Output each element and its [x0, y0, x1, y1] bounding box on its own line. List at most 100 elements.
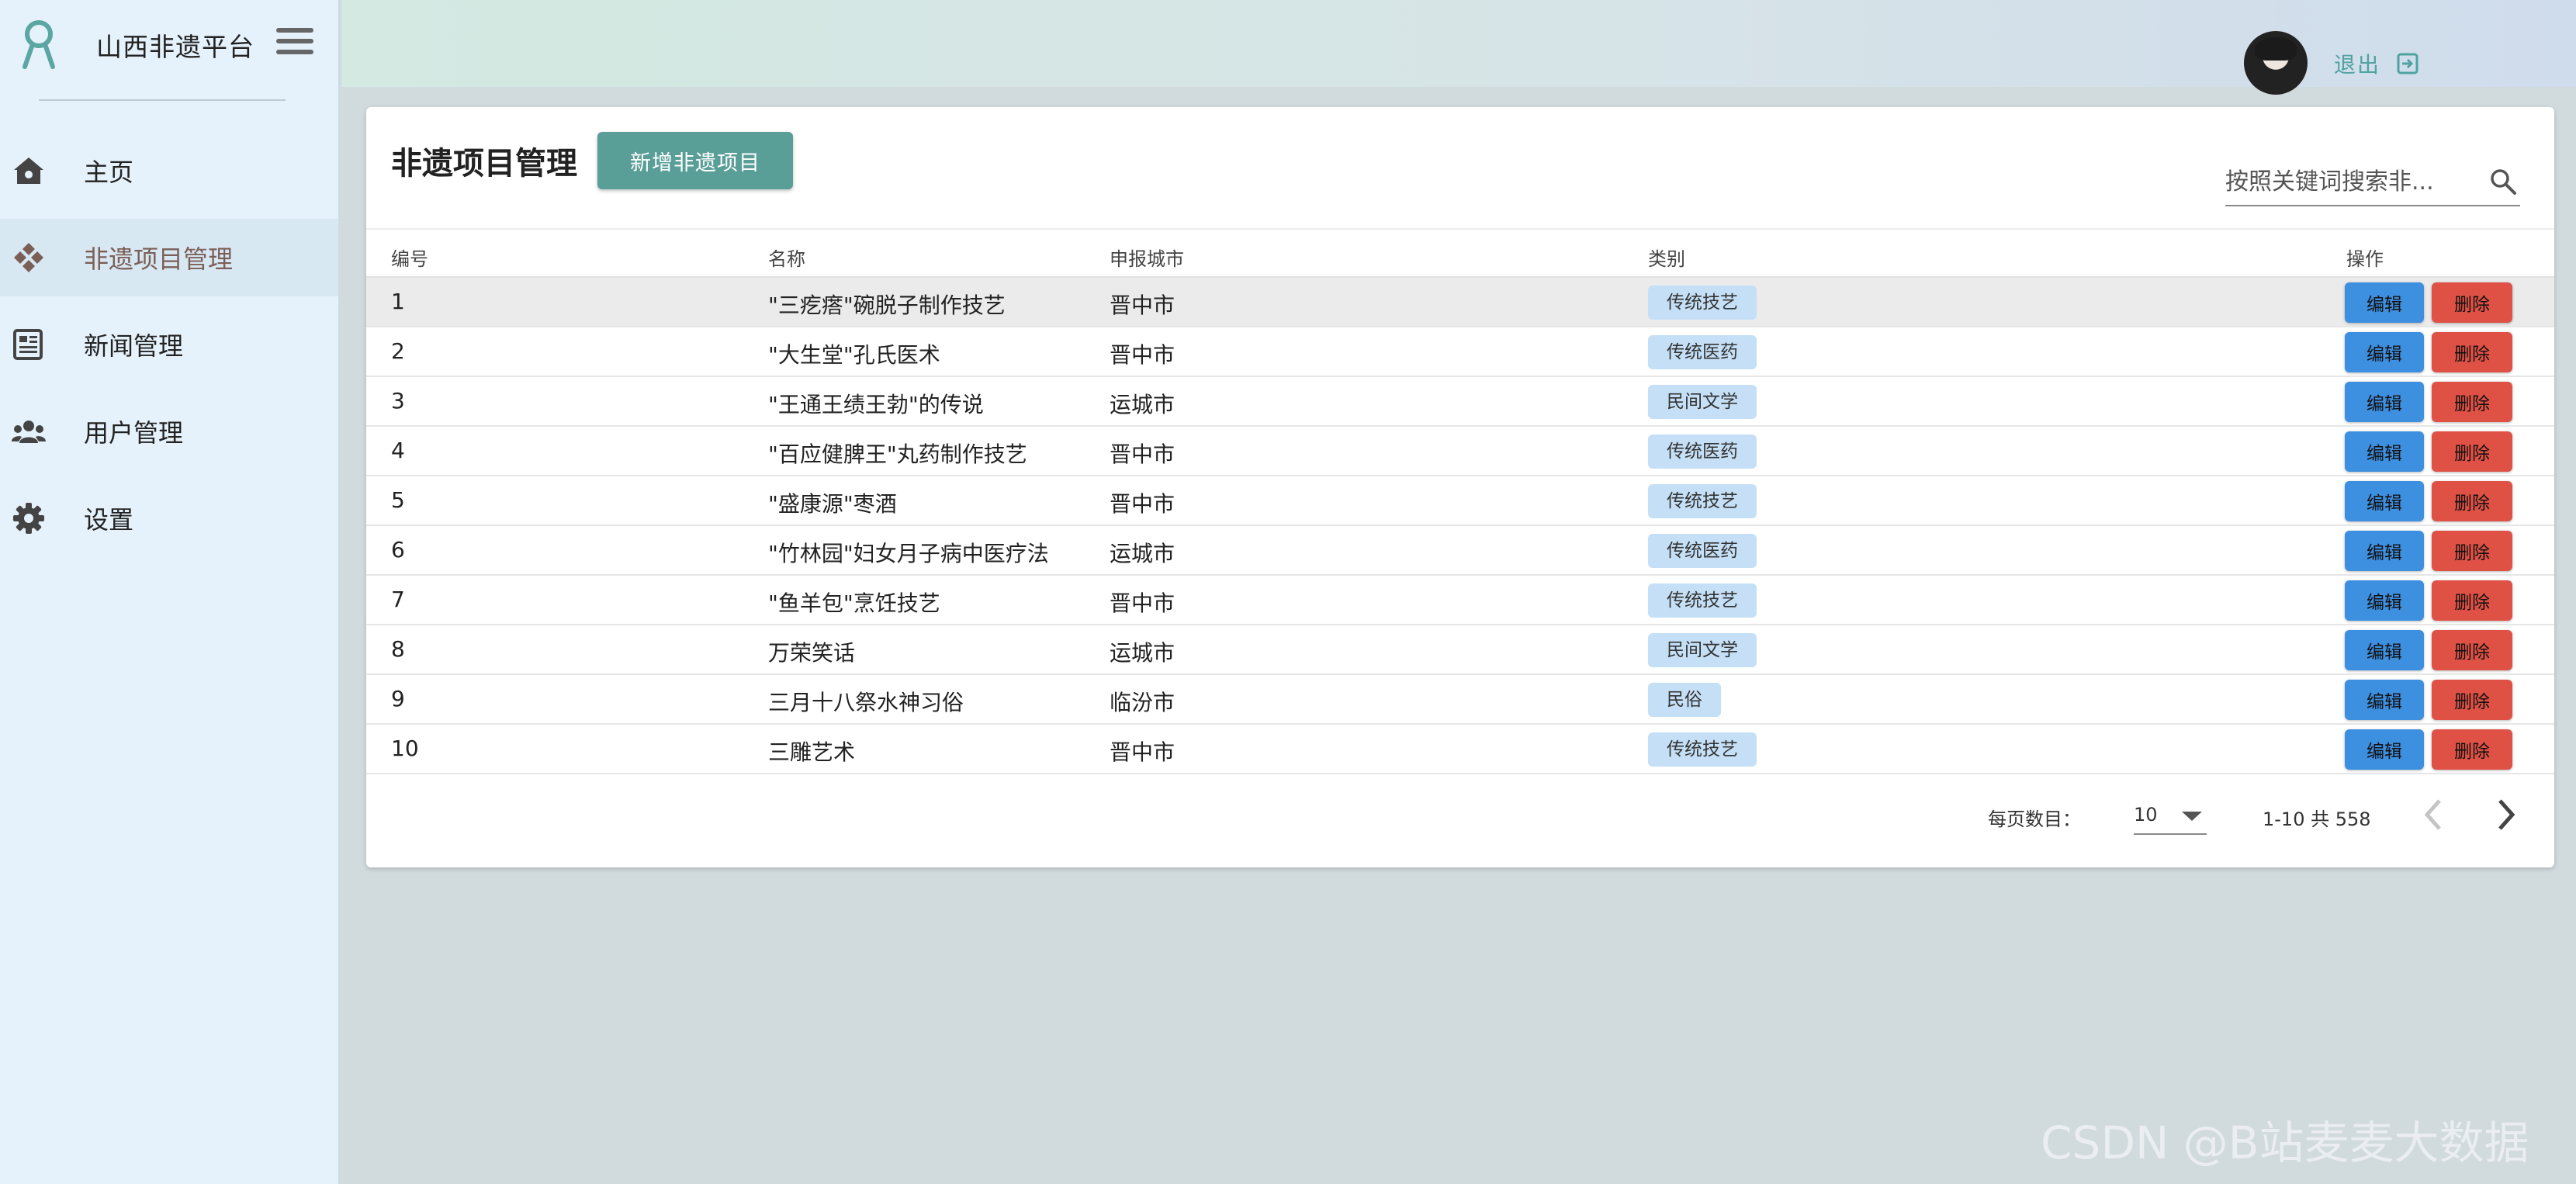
- category-chip: 传统技艺: [1648, 286, 1757, 320]
- sidebar-item-settings[interactable]: 设置: [0, 479, 338, 557]
- logout-icon: [2397, 53, 2418, 74]
- delete-button[interactable]: 删除: [2432, 282, 2512, 323]
- edit-button[interactable]: 编辑: [2345, 481, 2424, 521]
- col-header-actions: 操作: [2346, 248, 2384, 270]
- table-header: 编号 名称 申报城市 类别 操作: [366, 228, 2554, 278]
- table-row[interactable]: 7 "鱼羊包"烹饪技艺 晋中市 传统技艺 编辑 删除: [366, 576, 2554, 625]
- cell-city: 晋中市: [1110, 441, 1175, 467]
- cell-city: 临汾市: [1110, 690, 1175, 715]
- table-row[interactable]: 8 万荣笑话 运城市 民间文学 编辑 删除: [366, 625, 2554, 675]
- delete-button[interactable]: 删除: [2432, 580, 2512, 621]
- platform-title: 山西非遗平台: [96, 32, 254, 62]
- edit-button[interactable]: 编辑: [2345, 630, 2424, 670]
- sidebar-item-label: 设置: [84, 505, 134, 535]
- logout-button[interactable]: 退出: [2334, 48, 2419, 79]
- cell-city: 运城市: [1110, 541, 1175, 566]
- cell-id: 4: [391, 438, 405, 463]
- delete-button[interactable]: 删除: [2432, 481, 2512, 521]
- cell-name: 三月十八祭水神习俗: [768, 690, 964, 715]
- delete-button[interactable]: 删除: [2432, 680, 2512, 720]
- sidebar-item-heritage-projects[interactable]: 非遗项目管理: [0, 219, 338, 296]
- sidebar-item-home[interactable]: 主页: [0, 132, 338, 209]
- sidebar-item-news[interactable]: 新闻管理: [0, 306, 338, 383]
- category-chip: 传统技艺: [1648, 732, 1757, 767]
- top-bar: [341, 0, 2576, 87]
- delete-button[interactable]: 删除: [2432, 729, 2512, 770]
- delete-button[interactable]: 删除: [2432, 531, 2512, 571]
- delete-button[interactable]: 删除: [2432, 382, 2512, 422]
- cell-name: 三雕艺术: [768, 739, 856, 765]
- category-chip: 民间文学: [1648, 385, 1757, 419]
- table-row[interactable]: 4 "百应健脾王"丸药制作技艺 晋中市 传统医药 编辑 删除: [366, 427, 2554, 476]
- table-row[interactable]: 5 "盛康源"枣酒 晋中市 传统技艺 编辑 删除: [366, 476, 2554, 526]
- cell-name: "王通王绩王勃"的传说: [768, 392, 984, 417]
- cell-id: 5: [391, 487, 405, 513]
- per-page-select[interactable]: 10: [2134, 793, 2207, 835]
- edit-button[interactable]: 编辑: [2345, 531, 2424, 571]
- chevron-right-icon[interactable]: [2495, 798, 2519, 832]
- cell-id: 7: [391, 587, 405, 612]
- edit-button[interactable]: 编辑: [2345, 580, 2424, 621]
- cell-name: "大生堂"孔氏医术: [768, 342, 940, 368]
- edit-button[interactable]: 编辑: [2345, 282, 2424, 323]
- sidebar: 山西非遗平台 主页 非遗项目管理 新闻管理 用户管理 设置: [0, 0, 340, 1184]
- cell-id: 9: [391, 686, 405, 711]
- sidebar-header: 山西非遗平台: [0, 0, 338, 102]
- sidebar-item-label: 用户管理: [84, 418, 184, 448]
- table-row[interactable]: 10 三雕艺术 晋中市 传统技艺 编辑 删除: [366, 725, 2554, 774]
- delete-button[interactable]: 删除: [2432, 630, 2512, 670]
- caret-down-icon: [2182, 812, 2202, 821]
- home-icon: [14, 158, 43, 184]
- logout-label: 退出: [2334, 52, 2381, 78]
- category-chip: 传统技艺: [1648, 484, 1757, 518]
- delete-button[interactable]: 删除: [2432, 332, 2512, 372]
- col-header-name[interactable]: 名称: [768, 244, 805, 271]
- avatar[interactable]: [2244, 31, 2308, 95]
- cell-name: "百应健脾王"丸药制作技艺: [768, 441, 1027, 467]
- table-row[interactable]: 2 "大生堂"孔氏医术 晋中市 传统医药 编辑 删除: [366, 327, 2554, 377]
- page-title: 非遗项目管理: [391, 146, 577, 182]
- table-row[interactable]: 9 三月十八祭水神习俗 临汾市 民俗 编辑 删除: [366, 675, 2554, 725]
- cell-city: 晋中市: [1110, 590, 1175, 616]
- per-page-value: 10: [2134, 804, 2158, 826]
- edit-button[interactable]: 编辑: [2345, 332, 2424, 372]
- category-chip: 传统技艺: [1648, 583, 1757, 618]
- edit-button[interactable]: 编辑: [2345, 729, 2424, 770]
- per-page-label: 每页数目：: [1988, 808, 2081, 830]
- edit-button[interactable]: 编辑: [2345, 680, 2424, 720]
- table-row[interactable]: 1 "三疙瘩"碗脱子制作技艺 晋中市 传统技艺 编辑 删除: [366, 278, 2554, 327]
- cell-name: "竹林园"妇女月子病中医疗法: [768, 541, 1049, 566]
- page-range: 1-10 共 558: [2263, 808, 2371, 830]
- add-project-button[interactable]: 新增非遗项目: [597, 132, 793, 189]
- chevron-left-icon[interactable]: [2421, 798, 2444, 832]
- category-chip: 传统医药: [1648, 534, 1757, 568]
- diamond-icon: [14, 243, 43, 272]
- pagination: 每页数目： 10 1-10 共 558: [366, 784, 2554, 846]
- search-input[interactable]: [2225, 164, 2474, 199]
- delete-button[interactable]: 删除: [2432, 431, 2512, 472]
- cell-city: 运城市: [1110, 640, 1175, 666]
- people-icon: [12, 421, 46, 443]
- cell-id: 10: [391, 736, 419, 761]
- table-row[interactable]: 3 "王通王绩王勃"的传说 运城市 民间文学 编辑 删除: [366, 377, 2554, 427]
- cell-id: 3: [391, 388, 405, 414]
- edit-button[interactable]: 编辑: [2345, 431, 2424, 472]
- table-row[interactable]: 6 "竹林园"妇女月子病中医疗法 运城市 传统医药 编辑 删除: [366, 526, 2554, 576]
- cell-city: 晋中市: [1110, 293, 1175, 318]
- logo-icon: [23, 20, 55, 69]
- cell-city: 晋中市: [1110, 342, 1175, 368]
- search-icon[interactable]: [2489, 168, 2517, 196]
- cell-id: 2: [391, 338, 405, 364]
- gear-icon: [13, 503, 44, 534]
- sidebar-item-label: 主页: [84, 158, 134, 187]
- sidebar-item-users[interactable]: 用户管理: [0, 393, 338, 470]
- hamburger-menu-icon[interactable]: [276, 28, 313, 59]
- col-header-category[interactable]: 类别: [1648, 244, 1685, 271]
- edit-button[interactable]: 编辑: [2345, 382, 2424, 422]
- projects-table: 编号 名称 申报城市 类别 操作 1 "三疙瘩"碗脱子制作技艺 晋中市 传统技艺 编辑删…: [366, 228, 2554, 774]
- watermark: CSDN @B站麦麦大数据: [2041, 1116, 2529, 1169]
- category-chip: 民俗: [1648, 683, 1721, 717]
- col-header-id[interactable]: 编号: [391, 244, 428, 271]
- cell-city: 运城市: [1110, 392, 1175, 417]
- col-header-city[interactable]: 申报城市: [1110, 244, 1184, 271]
